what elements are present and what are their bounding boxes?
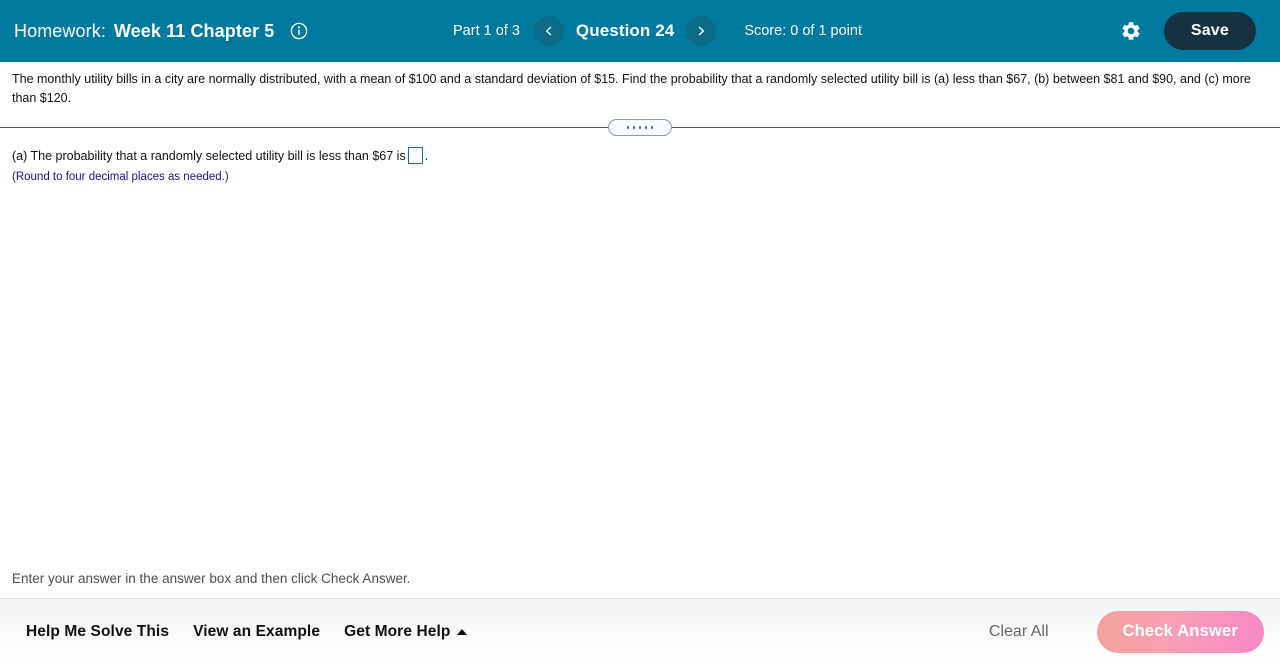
score-label: Score: 0 of 1 point (744, 23, 862, 39)
homework-title: Week 11 Chapter 5 (113, 20, 275, 41)
save-button[interactable]: Save (1163, 12, 1256, 50)
answer-prompt-text: (a) The probability that a randomly sele… (12, 149, 406, 163)
rounding-instruction: (Round to four decimal places as needed.… (12, 170, 229, 183)
answer-area: (a) The probability that a randomly sele… (0, 137, 1280, 185)
answer-prompt-period: . (424, 149, 429, 163)
header-actions: Save (1120, 12, 1256, 50)
homework-title-group: Homework: Week 11 Chapter 5 (14, 21, 308, 42)
question-number-label: Question 24 (575, 21, 675, 40)
view-an-example-button[interactable]: View an Example (181, 617, 332, 647)
part-indicator: Part 1 of 3 (453, 23, 520, 39)
status-message: Enter your answer in the answer box and … (12, 571, 411, 586)
chevron-left-icon (545, 26, 552, 36)
submit-actions: Clear All Check Answer (985, 610, 1264, 653)
question-navigation: Part 1 of 3 Question 24 Score: 0 of 1 po… (453, 0, 862, 62)
caret-up-icon (457, 628, 468, 635)
pane-splitter[interactable] (0, 119, 1280, 137)
homework-label: Homework: (14, 20, 106, 41)
help-actions: Help Me Solve This View an Example Get M… (14, 617, 479, 647)
help-me-solve-this-button[interactable]: Help Me Solve This (14, 617, 181, 647)
gear-icon[interactable] (1120, 20, 1142, 42)
info-circle-icon[interactable] (290, 22, 308, 40)
answer-input[interactable] (407, 147, 423, 164)
question-content-area: The monthly utility bills in a city are … (0, 62, 1280, 598)
next-question-button[interactable] (686, 16, 717, 46)
get-more-help-label: Get More Help (344, 622, 451, 640)
action-toolbar: Help Me Solve This View an Example Get M… (0, 598, 1280, 664)
answer-prompt-line: (a) The probability that a randomly sele… (12, 147, 1268, 166)
chevron-right-icon (699, 26, 705, 36)
app-header: Homework: Week 11 Chapter 5 Part 1 of 3 … (0, 0, 1280, 62)
clear-all-button[interactable]: Clear All (985, 617, 1053, 647)
get-more-help-button[interactable]: Get More Help (332, 617, 479, 647)
check-answer-button[interactable]: Check Answer (1096, 610, 1264, 653)
previous-question-button[interactable] (533, 16, 564, 46)
drag-handle-dots-icon[interactable] (608, 119, 672, 136)
problem-statement: The monthly utility bills in a city are … (12, 72, 1251, 105)
